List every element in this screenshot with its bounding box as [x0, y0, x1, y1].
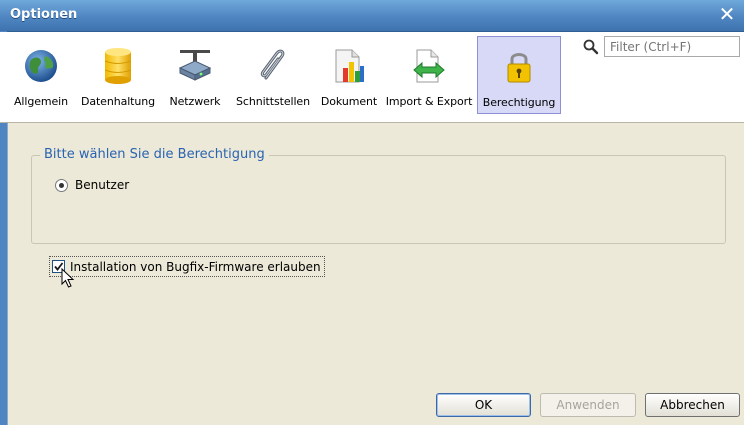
- checkbox-label: Installation von Bugfix-Firmware erlaube…: [70, 259, 321, 274]
- apply-button[interactable]: Anwenden: [540, 393, 636, 417]
- tab-label: Berechtigung: [482, 96, 556, 109]
- category-toolbar: Allgemein Datenhaltung Netzwerk Schnitts…: [0, 32, 744, 123]
- import-export-icon: [409, 46, 449, 86]
- tab-label: Allgemein: [14, 95, 68, 108]
- document-chart-icon: [329, 46, 369, 86]
- permission-group-title: Bitte wählen Sie die Berechtigung: [40, 147, 269, 162]
- bugfix-firmware-checkbox[interactable]: Installation von Bugfix-Firmware erlaube…: [49, 256, 325, 277]
- radio-option-benutzer[interactable]: Benutzer: [55, 178, 129, 192]
- tab-berechtigung[interactable]: Berechtigung: [477, 36, 561, 114]
- title-bar[interactable]: Optionen ✕: [0, 0, 744, 32]
- cancel-button[interactable]: Abbrechen: [645, 393, 740, 417]
- close-icon[interactable]: ✕: [716, 3, 738, 25]
- tab-label: Import & Export: [385, 95, 473, 108]
- paperclip-icon: [253, 46, 293, 86]
- globe-icon: [21, 46, 61, 86]
- tab-netzwerk[interactable]: Netzwerk: [161, 36, 229, 114]
- category-tabs: Allgemein Datenhaltung Netzwerk Schnitts…: [7, 36, 561, 116]
- filter-input[interactable]: [604, 36, 740, 57]
- content-border: [7, 122, 8, 425]
- permission-groupbox: [31, 155, 726, 244]
- tab-label: Netzwerk: [169, 95, 221, 108]
- mouse-cursor-icon: [61, 268, 75, 288]
- tab-dokument[interactable]: Dokument: [317, 36, 381, 114]
- tab-label: Dokument: [320, 95, 378, 108]
- padlock-icon: [499, 47, 539, 87]
- tab-label: Schnittstellen: [236, 95, 310, 108]
- radio-label: Benutzer: [75, 178, 130, 192]
- search-icon: [583, 39, 599, 55]
- window-title: Optionen: [10, 7, 78, 22]
- tab-label: Datenhaltung: [80, 95, 156, 108]
- ok-button[interactable]: OK: [436, 393, 531, 417]
- tab-allgemein[interactable]: Allgemein: [7, 36, 75, 114]
- radio-button[interactable]: [55, 178, 68, 192]
- tab-schnittstellen[interactable]: Schnittstellen: [229, 36, 317, 114]
- database-icon: [98, 46, 138, 86]
- options-window: Optionen ✕ Allgemein Datenhaltung Netzwe…: [0, 0, 744, 425]
- tab-datenhaltung[interactable]: Datenhaltung: [75, 36, 161, 114]
- network-icon: [175, 46, 215, 86]
- tab-import-export[interactable]: Import & Export: [381, 36, 477, 114]
